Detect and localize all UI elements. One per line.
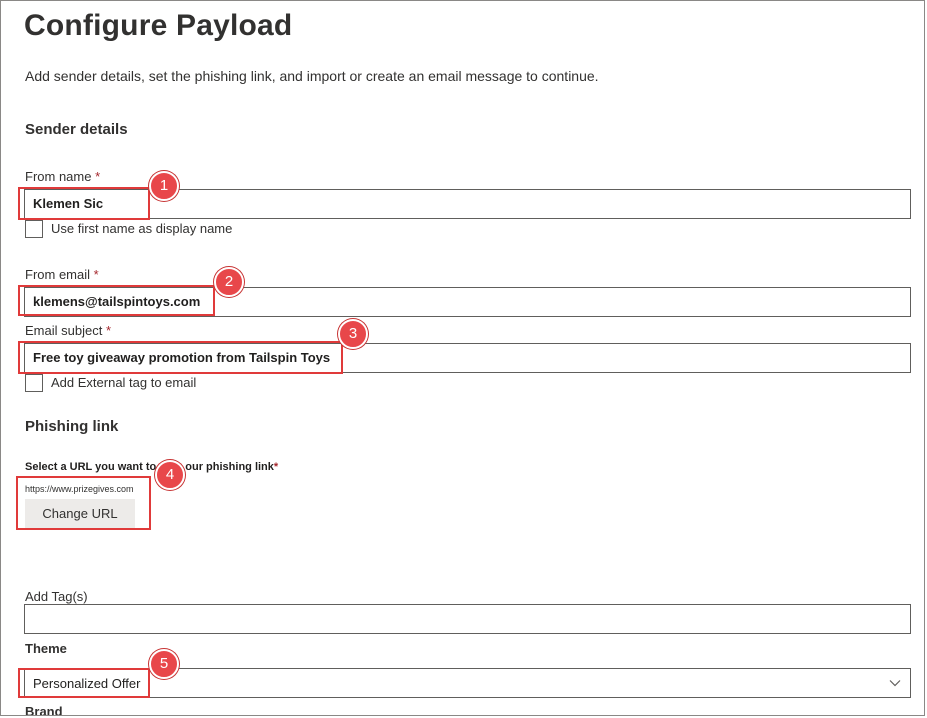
brand-label: Brand	[25, 704, 63, 716]
sender-details-heading: Sender details	[25, 121, 128, 138]
select-url-label: Select a URL you want to our phishing li…	[25, 461, 279, 473]
page-title: Configure Payload	[24, 9, 293, 42]
callout-badge-2: 2	[214, 267, 244, 297]
external-tag-label: Add External tag to email	[51, 375, 197, 390]
payload-config-panel: Configure Payload Add sender details, se…	[0, 0, 925, 716]
callout-highlight-email-subject	[18, 341, 343, 374]
email-subject-label: Email subject *	[25, 323, 111, 338]
external-tag-checkbox[interactable]	[25, 374, 43, 392]
callout-highlight-phishing-url	[16, 476, 151, 530]
callout-badge-1: 1	[149, 171, 179, 201]
callout-highlight-from-name	[18, 187, 150, 220]
chevron-down-icon	[889, 680, 901, 687]
callout-badge-4: 4	[155, 460, 185, 490]
page-description: Add sender details, set the phishing lin…	[25, 68, 599, 84]
theme-label: Theme	[25, 641, 67, 656]
from-email-label: From email *	[25, 267, 99, 282]
callout-badge-5: 5	[149, 649, 179, 679]
use-first-name-checkbox[interactable]	[25, 220, 43, 238]
from-name-label: From name *	[25, 169, 101, 184]
use-first-name-label: Use first name as display name	[51, 221, 233, 236]
add-tags-label: Add Tag(s)	[25, 589, 88, 604]
callout-highlight-theme	[18, 668, 150, 698]
add-tags-input[interactable]	[24, 604, 911, 634]
callout-badge-3: 3	[338, 319, 368, 349]
callout-highlight-from-email	[18, 285, 215, 316]
phishing-link-heading: Phishing link	[25, 418, 119, 435]
